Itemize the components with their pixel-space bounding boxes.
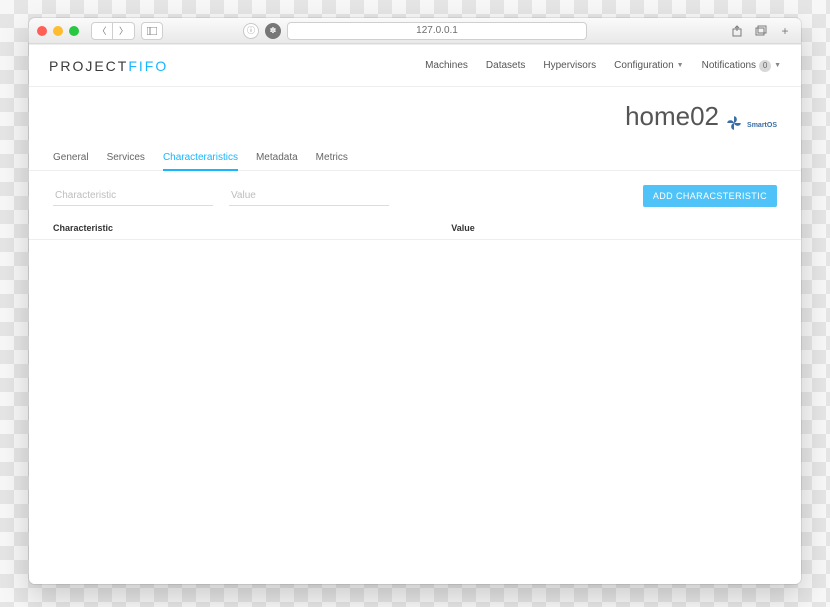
- app-content: PROJECTFIFO Machines Datasets Hypervisor…: [29, 44, 801, 584]
- smartos-icon: [725, 108, 743, 126]
- nav-datasets[interactable]: Datasets: [486, 60, 525, 72]
- page-title-text: home02: [625, 101, 719, 132]
- tab-characteristics[interactable]: Characteraristics: [163, 146, 238, 171]
- os-label: SmartOS: [747, 122, 777, 132]
- nav-hypervisors[interactable]: Hypervisors: [543, 60, 596, 72]
- tab-services[interactable]: Services: [107, 146, 145, 170]
- top-nav: PROJECTFIFO Machines Datasets Hypervisor…: [29, 45, 801, 87]
- logo-main: PROJECT: [49, 58, 128, 74]
- address-cluster: ⓘ ✽ 127.0.0.1: [243, 22, 587, 40]
- characteristic-input[interactable]: [53, 186, 213, 206]
- nav-machines[interactable]: Machines: [425, 60, 468, 72]
- address-bar[interactable]: 127.0.0.1: [287, 22, 587, 40]
- value-input[interactable]: [229, 186, 389, 206]
- tab-metadata[interactable]: Metadata: [256, 146, 298, 170]
- characteristics-table-header: Characteristic Value: [29, 217, 801, 240]
- traffic-lights: [37, 26, 79, 36]
- titlebar: 〈 〉 ⓘ ✽ 127.0.0.1 +: [29, 18, 801, 44]
- nav-back-forward: 〈 〉: [91, 22, 135, 40]
- minimize-icon[interactable]: [53, 26, 63, 36]
- forward-button[interactable]: 〉: [113, 22, 135, 40]
- toolbar-right: +: [729, 23, 793, 39]
- tab-bar: General Services Characteraristics Metad…: [29, 146, 801, 171]
- nav-configuration[interactable]: Configuration▼: [614, 60, 683, 72]
- tabs-icon[interactable]: [753, 23, 769, 39]
- page-title: home02 SmartOS: [625, 101, 777, 132]
- privacy-icon[interactable]: ⓘ: [243, 23, 259, 39]
- nav-notifications[interactable]: Notifications0▼: [702, 60, 781, 72]
- add-characteristic-button[interactable]: ADD CHARACSTERISTIC: [643, 185, 777, 207]
- zoom-icon[interactable]: [69, 26, 79, 36]
- page-header: home02 SmartOS: [29, 87, 801, 140]
- add-characteristic-form: ADD CHARACSTERISTIC: [29, 171, 801, 217]
- share-icon[interactable]: [729, 23, 745, 39]
- logo-accent: FIFO: [128, 58, 168, 74]
- sidebar-toggle-button[interactable]: [141, 22, 163, 40]
- col-characteristic: Characteristic: [53, 223, 451, 233]
- chevron-down-icon: ▼: [774, 62, 781, 69]
- notifications-badge: 0: [759, 60, 771, 72]
- main-menu: Machines Datasets Hypervisors Configurat…: [425, 60, 781, 72]
- reader-icon[interactable]: ✽: [265, 23, 281, 39]
- tab-metrics[interactable]: Metrics: [316, 146, 348, 170]
- back-button[interactable]: 〈: [91, 22, 113, 40]
- tab-general[interactable]: General: [53, 146, 89, 170]
- chevron-down-icon: ▼: [677, 62, 684, 69]
- logo[interactable]: PROJECTFIFO: [49, 58, 168, 74]
- new-tab-icon[interactable]: +: [777, 23, 793, 39]
- browser-window: 〈 〉 ⓘ ✽ 127.0.0.1 + PROJECTFIFO: [29, 18, 801, 584]
- col-value: Value: [451, 223, 777, 233]
- close-icon[interactable]: [37, 26, 47, 36]
